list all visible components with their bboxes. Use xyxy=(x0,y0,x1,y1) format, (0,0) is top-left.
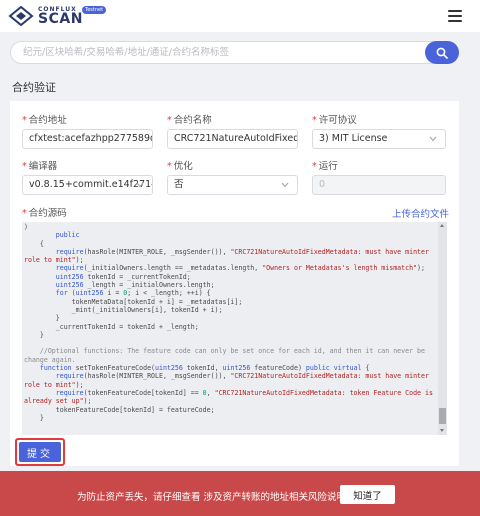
search-bar xyxy=(10,41,459,64)
runs-label: * 运行 xyxy=(312,161,338,172)
code-line: _currentTokenId = tokenId + _length; xyxy=(24,322,199,331)
optimization-label: * 优化 xyxy=(167,161,193,172)
contract-address-label: * 合约地址 xyxy=(22,115,67,126)
code-line: for (uint256 i = 0; i < _length; ++i) { xyxy=(55,289,211,298)
code-line: require(hasRole(MINTER_ROLE, _msgSender(… xyxy=(24,372,433,389)
verify-form-card: * 合约地址 * 合约名称 * 许可协议 cfxtest:acefazhpp27758… xyxy=(10,101,459,466)
scroll-thumb[interactable] xyxy=(439,408,446,424)
license-value: 3) MIT License xyxy=(319,133,388,144)
code-line: uint256 tokenId = _currentTokenId; xyxy=(55,272,191,281)
conflux-scan-logo[interactable]: CONFLUX SCAN Testnet xyxy=(8,4,108,28)
code-line: public xyxy=(55,231,80,240)
compiler-value: v0.8.15+commit.e14f2714 xyxy=(29,179,153,190)
submit-button[interactable]: 提交 xyxy=(19,442,61,462)
code-line: require(hasRole(MINTER_ROLE, _msgSender(… xyxy=(24,247,433,265)
scroll-down-icon[interactable] xyxy=(440,429,444,432)
menu-icon[interactable] xyxy=(448,10,462,22)
code-line: } xyxy=(24,330,44,339)
code-line: ) xyxy=(24,223,28,231)
source-code-text[interactable]: ) public { require(hasRole(MINTER_ROLE, … xyxy=(24,223,436,422)
code-line: require(_initialOwners.length == _metada… xyxy=(55,264,425,273)
code-line: { xyxy=(24,239,44,248)
top-header: CONFLUX SCAN Testnet xyxy=(0,0,480,32)
code-line: require(tokenFeatureCode[tokenId] == 0, … xyxy=(24,388,437,406)
acknowledge-button[interactable]: 知道了 xyxy=(340,485,395,504)
code-line: uint256 _length = _initialOwners.length; xyxy=(55,281,215,290)
chevron-down-icon xyxy=(429,136,437,142)
contract-name-field[interactable]: CRC721NatureAutoIdFixedMet xyxy=(167,129,298,149)
compiler-label: * 编译器 xyxy=(22,161,58,172)
compiler-select[interactable]: v0.8.15+commit.e14f2714 xyxy=(22,175,153,195)
source-code-editor[interactable]: ) public { require(hasRole(MINTER_ROLE, … xyxy=(22,222,447,435)
source-code-label: * 合约源码 xyxy=(22,208,67,219)
network-badge: Testnet xyxy=(82,6,107,14)
logo-text-big: SCAN xyxy=(38,11,83,27)
code-line: _mint(_initialOwners[i], tokenId + i); xyxy=(24,305,223,314)
page-title: 合约验证 xyxy=(12,81,56,94)
risk-notice-banner: 为防止资产丢失，请仔细查看 涉及资产转账的地址相关风险说明。 知道了 xyxy=(0,471,480,516)
code-line: function setTokenFeatureCode(uint256 tok… xyxy=(39,364,370,373)
conflux-logo-icon xyxy=(8,6,34,26)
license-label: * 许可协议 xyxy=(312,115,357,126)
contract-address-field[interactable]: cfxtest:acefazhpp277589dntpp xyxy=(22,129,153,149)
search-button[interactable] xyxy=(425,41,459,64)
code-line: } xyxy=(24,314,60,323)
scroll-up-icon[interactable] xyxy=(440,224,444,227)
editor-scrollbar[interactable] xyxy=(438,222,447,435)
code-line: tokenFeatureCode[tokenId] = featureCode; xyxy=(24,405,215,414)
code-line: tokenMetaData[tokenId + i] = _metadatas[… xyxy=(24,297,243,306)
chevron-down-icon xyxy=(136,182,144,188)
optimization-select[interactable]: 否 xyxy=(167,175,298,195)
code-line: //Optional functions: The feature code c… xyxy=(24,347,429,364)
runs-field: 0 xyxy=(312,175,446,195)
banner-text: 为防止资产丢失，请仔细查看 涉及资产转账的地址相关风险说明。 xyxy=(77,492,356,503)
search-icon xyxy=(436,47,448,59)
code-line: } xyxy=(24,413,44,422)
license-select[interactable]: 3) MIT License xyxy=(312,129,446,149)
search-input[interactable] xyxy=(11,42,426,63)
optimization-value: 否 xyxy=(174,179,184,190)
chevron-down-icon xyxy=(281,182,289,188)
contract-name-label: * 合约名称 xyxy=(167,115,212,126)
upload-contract-file-link[interactable]: 上传合约文件 xyxy=(392,206,449,220)
